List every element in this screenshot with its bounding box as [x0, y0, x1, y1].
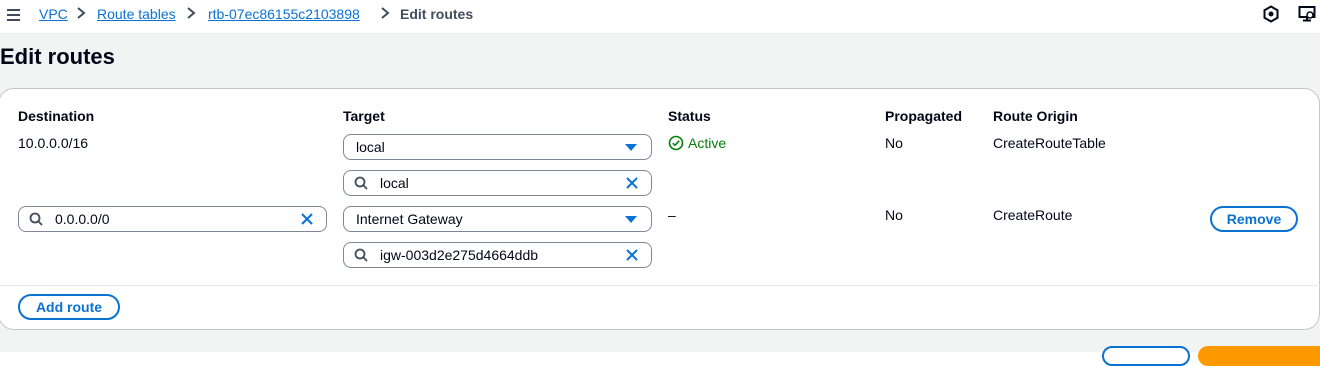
clear-icon[interactable]: [625, 176, 639, 190]
row2-destination-input[interactable]: 0.0.0.0/0: [18, 206, 327, 232]
row1-status-text: Active: [688, 135, 727, 151]
row2-status: –: [668, 207, 676, 223]
feedback-icon[interactable]: [1298, 5, 1316, 23]
column-header-destination: Destination: [18, 108, 95, 124]
search-icon: [354, 176, 368, 190]
row2-target-type-value: Internet Gateway: [356, 211, 463, 227]
row1-destination: 10.0.0.0/16: [18, 135, 89, 151]
menu-icon[interactable]: [6, 7, 22, 23]
row1-target-search-input[interactable]: local: [343, 170, 652, 196]
search-icon: [354, 248, 368, 262]
chevron-right-icon: [77, 7, 86, 19]
save-changes-button[interactable]: [1198, 346, 1320, 366]
page-title: Edit routes: [0, 44, 115, 69]
row2-target-value: igw-003d2e275d4664ddb: [380, 247, 539, 263]
column-header-status: Status: [668, 108, 711, 124]
row2-destination-value: 0.0.0.0/0: [55, 211, 110, 227]
divider: [0, 285, 1320, 286]
breadcrumb-vpc[interactable]: VPC: [39, 6, 68, 22]
cancel-button[interactable]: [1102, 346, 1190, 366]
settings-hexagon-icon[interactable]: [1262, 5, 1280, 23]
row2-target-search-input[interactable]: igw-003d2e275d4664ddb: [343, 242, 652, 268]
row2-route-origin: CreateRoute: [993, 207, 1073, 223]
row1-propagated: No: [885, 135, 903, 151]
column-header-target: Target: [343, 108, 385, 124]
chevron-right-icon: [381, 7, 390, 19]
clear-icon[interactable]: [300, 212, 314, 226]
breadcrumb-route-tables[interactable]: Route tables: [97, 6, 176, 22]
row2-propagated: No: [885, 207, 903, 223]
row1-target-type-select[interactable]: local: [343, 134, 652, 160]
chevron-right-icon: [187, 7, 196, 19]
row1-target-value: local: [380, 175, 409, 191]
top-navigation: VPC Route tables rtb-07ec86155c2103898 E…: [0, 0, 1320, 34]
column-header-route-origin: Route Origin: [993, 108, 1078, 124]
breadcrumb-current: Edit routes: [400, 6, 474, 22]
row1-target-type-value: local: [356, 139, 385, 155]
clear-icon[interactable]: [625, 248, 639, 262]
add-route-button[interactable]: Add route: [18, 294, 120, 320]
column-header-propagated: Propagated: [885, 108, 963, 124]
row2-target-type-select[interactable]: Internet Gateway: [343, 206, 652, 232]
caret-down-icon: [625, 144, 637, 151]
breadcrumb-route-table-id[interactable]: rtb-07ec86155c2103898: [208, 6, 360, 22]
search-icon: [29, 212, 43, 226]
check-circle-icon: [668, 135, 684, 151]
caret-down-icon: [625, 216, 637, 223]
remove-route-button[interactable]: Remove: [1210, 206, 1298, 232]
row1-route-origin: CreateRouteTable: [993, 135, 1106, 151]
